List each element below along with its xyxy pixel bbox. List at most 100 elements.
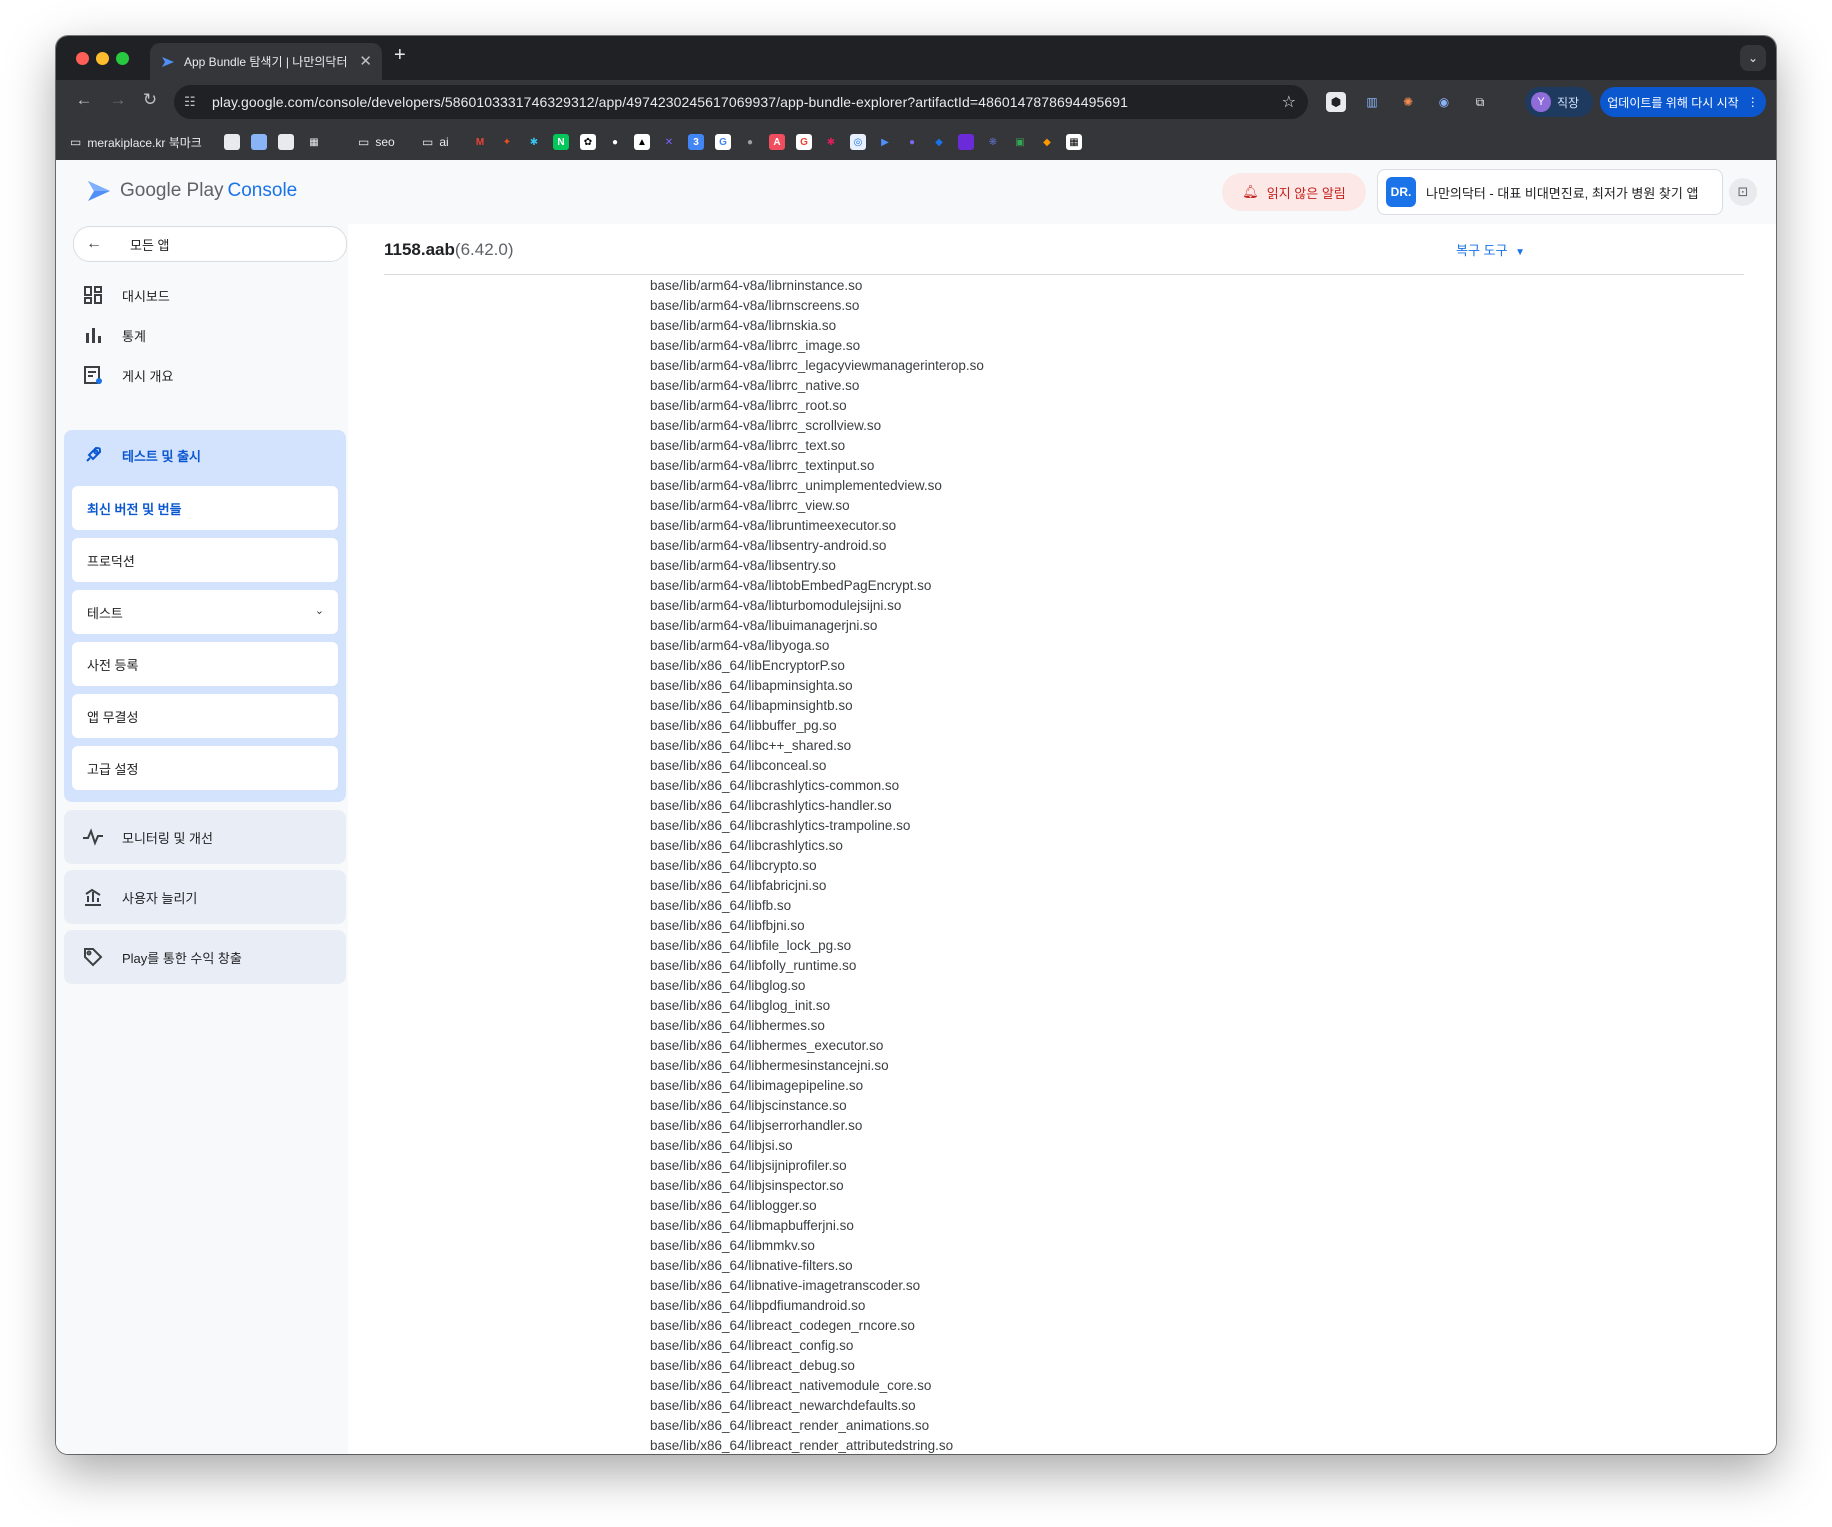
back-arrow-icon[interactable]: ← bbox=[72, 90, 96, 110]
sheets-icon[interactable]: ▣ bbox=[1012, 134, 1028, 150]
naver-icon[interactable]: N bbox=[553, 134, 569, 150]
sidebar-group-monitoring[interactable]: 모니터링 및 개선 bbox=[64, 810, 346, 864]
bookmark-square-icon[interactable] bbox=[224, 134, 240, 150]
bookmark-square-icon[interactable] bbox=[251, 134, 267, 150]
file-list-item: base/lib/x86_64/libnative-filters.so bbox=[650, 1258, 853, 1273]
file-list-item: base/lib/x86_64/libEncryptorP.so bbox=[650, 658, 845, 673]
diamond-icon[interactable]: ◆ bbox=[931, 134, 947, 150]
active-tab[interactable]: App Bundle 탐색기 | 나만의닥터 ✕ bbox=[150, 43, 382, 80]
file-list-item: base/lib/x86_64/libcrashlytics-trampolin… bbox=[650, 818, 911, 833]
sidebar-group-grow-users[interactable]: 사용자 늘리기 bbox=[64, 870, 346, 924]
triangle-icon[interactable]: ▲ bbox=[634, 134, 650, 150]
openai-icon[interactable]: ❋ bbox=[985, 134, 1001, 150]
bookmark-folder-seo[interactable]: ▭ seo bbox=[358, 132, 395, 152]
safari-icon[interactable]: ◎ bbox=[850, 134, 866, 150]
new-tab-button[interactable]: + bbox=[394, 44, 406, 67]
firebase-icon[interactable]: ◆ bbox=[1039, 134, 1055, 150]
update-restart-button[interactable]: 업데이트를 위해 다시 시작 ⋮ bbox=[1600, 87, 1766, 117]
sidebar-item-statistics[interactable]: 통계 bbox=[82, 320, 146, 350]
file-list-item: base/lib/arm64-v8a/librrc_scrollview.so bbox=[650, 418, 882, 433]
file-list-item: base/lib/x86_64/libmmkv.so bbox=[650, 1238, 815, 1253]
sidebar-item-pre-registration[interactable]: 사전 등록 bbox=[72, 642, 338, 686]
growth-icon bbox=[82, 886, 104, 908]
sidebar-group-header[interactable]: 테스트 및 출시 bbox=[82, 444, 201, 466]
sidebar-item-advanced-settings[interactable]: 고급 설정 bbox=[72, 746, 338, 790]
bookmark-grid-icon[interactable]: ▦ bbox=[306, 134, 322, 150]
file-list-item: base/lib/arm64-v8a/libtobEmbedPagEncrypt… bbox=[650, 578, 932, 593]
bookmark-square-icon[interactable] bbox=[278, 134, 294, 150]
google-icon[interactable]: G bbox=[796, 134, 812, 150]
app-selector[interactable]: DR. 나만의닥터 - 대표 비대면진료, 최저가 병원 찾기 앱 bbox=[1377, 169, 1723, 215]
file-list-item: base/lib/x86_64/libjsi.so bbox=[650, 1138, 793, 1153]
slack-icon[interactable]: ✱ bbox=[526, 134, 542, 150]
brand-console: Console bbox=[227, 180, 298, 201]
app-a-icon[interactable]: A bbox=[769, 134, 785, 150]
play-console-favicon-icon bbox=[160, 54, 176, 70]
unread-alerts-button[interactable]: 🔔︎ 읽지 않은 알림 bbox=[1222, 173, 1366, 211]
sidebar-item-label: 게시 개요 bbox=[122, 368, 174, 384]
bookmark-star-icon[interactable]: ☆ bbox=[1282, 92, 1296, 112]
password-manager-icon[interactable]: ◉ bbox=[1434, 92, 1454, 112]
google-icon[interactable]: G bbox=[715, 134, 731, 150]
url-text: play.google.com/console/developers/58601… bbox=[212, 94, 1129, 110]
calendar-icon[interactable]: 3 bbox=[688, 134, 704, 150]
tab-search-chevron-icon[interactable]: ⌄ bbox=[1740, 45, 1766, 71]
extension-spark-icon[interactable]: ✺ bbox=[1398, 92, 1418, 112]
notion-icon[interactable]: ▦ bbox=[1066, 134, 1082, 150]
bookmark-folder-ai[interactable]: ▭ ai bbox=[422, 132, 449, 152]
file-list-item: base/lib/x86_64/libbuffer_pg.so bbox=[650, 718, 837, 733]
folder-icon: ▭ bbox=[358, 135, 370, 149]
google-play-console-logo[interactable]: Google Play Console bbox=[86, 178, 297, 204]
close-window-button[interactable] bbox=[76, 52, 89, 65]
all-apps-button[interactable]: ← 모든 앱 bbox=[73, 226, 347, 262]
play-console-icon[interactable]: ▶ bbox=[877, 134, 893, 150]
app-header: Google Play Console 🔔︎ 읽지 않은 알림 DR. 나만의닥… bbox=[56, 160, 1776, 224]
play-console-page: Google Play Console 🔔︎ 읽지 않은 알림 DR. 나만의닥… bbox=[56, 160, 1776, 1454]
alerts-label: 읽지 않은 알림 bbox=[1266, 185, 1346, 201]
gmail-icon[interactable]: M bbox=[472, 134, 488, 150]
sidebar-item-label: 통계 bbox=[122, 328, 146, 344]
site-settings-icon[interactable]: ☷ bbox=[184, 94, 204, 110]
sidebar-item-production[interactable]: 프로덕션 bbox=[72, 538, 338, 582]
recovery-tools-button[interactable]: 복구 도구 ▼ bbox=[1456, 240, 1525, 259]
sidebar-group-monetize[interactable]: Play를 통한 수익 창출 bbox=[64, 930, 346, 984]
bell-icon: 🔔︎ bbox=[1242, 184, 1259, 199]
sidebar-item-testing[interactable]: 테스트 ⌄ bbox=[72, 590, 338, 634]
extensions-puzzle-icon[interactable]: ⧉ bbox=[1470, 92, 1490, 112]
extension-hex-icon[interactable]: ⬢ bbox=[1326, 92, 1346, 112]
file-list-item: base/lib/x86_64/libjsijniprofiler.so bbox=[650, 1158, 847, 1173]
sidebar-item-app-integrity[interactable]: 앱 무결성 bbox=[72, 694, 338, 738]
bar-chart-icon bbox=[82, 324, 104, 346]
figma-icon[interactable]: ✦ bbox=[499, 134, 515, 150]
tab-close-icon[interactable]: ✕ bbox=[359, 52, 372, 70]
maximize-window-button[interactable] bbox=[116, 52, 129, 65]
inbox-icon[interactable]: ⊡ bbox=[1729, 178, 1757, 206]
purple-app-icon[interactable] bbox=[958, 134, 974, 150]
reload-icon[interactable]: ↻ bbox=[138, 90, 162, 110]
profile-button[interactable]: Y 직장 bbox=[1525, 87, 1593, 117]
sidebar-item-dashboard[interactable]: 대시보드 bbox=[82, 280, 170, 310]
linear-icon[interactable]: ● bbox=[904, 134, 920, 150]
sidebar-item-label: 최신 버전 및 번들 bbox=[87, 501, 182, 517]
minimize-window-button[interactable] bbox=[96, 52, 109, 65]
forward-arrow-icon[interactable]: → bbox=[106, 90, 130, 110]
file-list-item: base/lib/x86_64/libnative-imagetranscode… bbox=[650, 1278, 921, 1293]
sidebar-item-latest-versions[interactable]: 최신 버전 및 번들 bbox=[72, 486, 338, 530]
file-list-item: base/lib/arm64-v8a/libsentry.so bbox=[650, 558, 836, 573]
extension-chart-icon[interactable]: ▥ bbox=[1362, 92, 1382, 112]
github-icon[interactable]: ● bbox=[607, 134, 623, 150]
app-link-icon[interactable]: ✿ bbox=[580, 134, 596, 150]
cross-app-icon[interactable]: ✕ bbox=[661, 134, 677, 150]
file-list-item: base/lib/x86_64/libapminsighta.so bbox=[650, 678, 853, 693]
bookmark-folder-label: ai bbox=[439, 135, 449, 149]
brand-google-play: Google Play bbox=[120, 180, 224, 201]
bookmark-label: merakiplace.kr 북마크 bbox=[87, 135, 202, 150]
slack-alt-icon[interactable]: ✱ bbox=[823, 134, 839, 150]
bookmark-merakiplace[interactable]: ▭ merakiplace.kr 북마크 bbox=[70, 132, 202, 152]
apple-icon[interactable]: ● bbox=[742, 134, 758, 150]
address-bar[interactable]: ☷ play.google.com/console/developers/586… bbox=[174, 85, 1308, 119]
browser-window: App Bundle 탐색기 | 나만의닥터 ✕ + ⌄ ← → ↻ ☷ pla… bbox=[56, 36, 1776, 1454]
file-list-item: base/lib/arm64-v8a/librrc_text.so bbox=[650, 438, 846, 453]
file-list-item: base/lib/arm64-v8a/librnscreens.so bbox=[650, 298, 860, 313]
sidebar-item-publishing-overview[interactable]: 게시 개요 bbox=[82, 360, 173, 390]
